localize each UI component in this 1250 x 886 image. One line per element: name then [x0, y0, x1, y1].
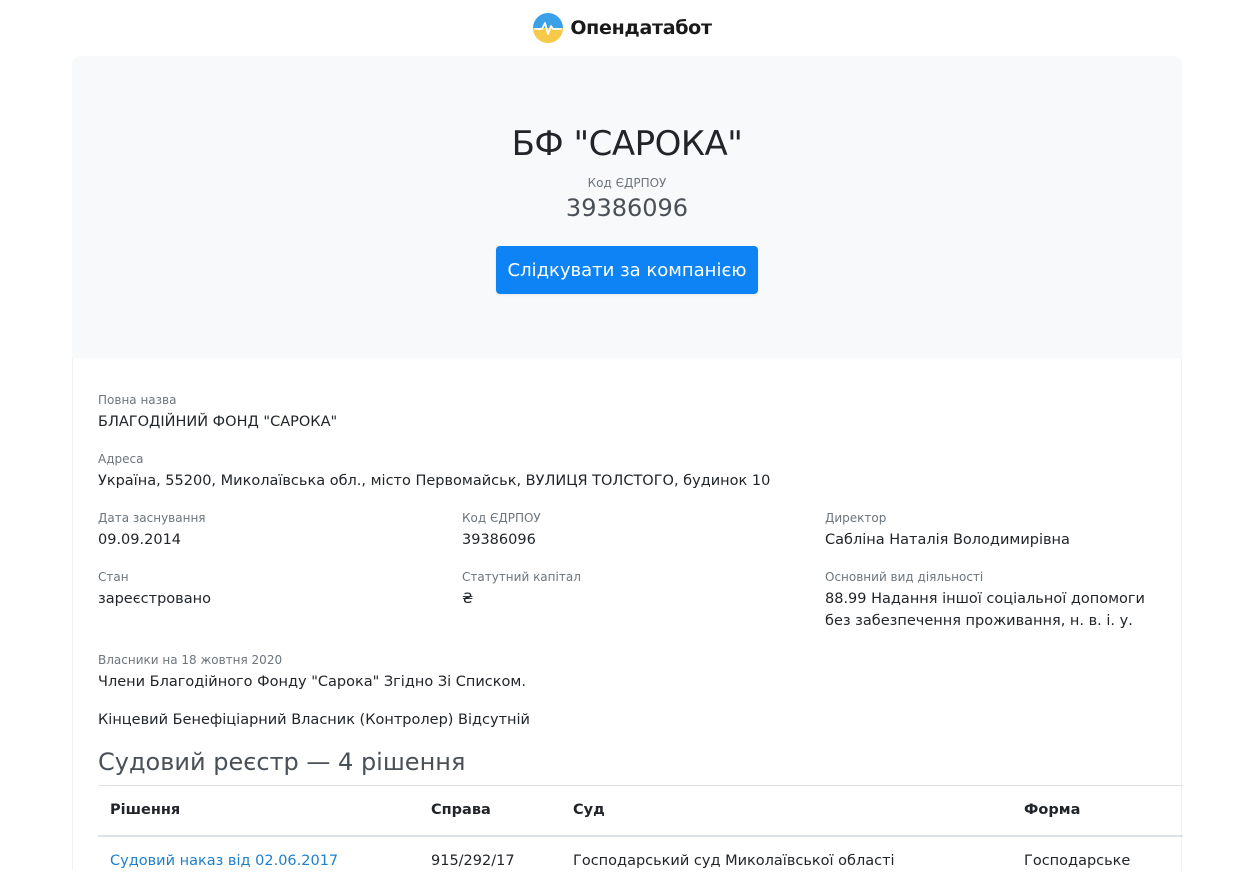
beneficiary-text: Кінцевий Бенефіціарний Власник (Контроле… [98, 712, 530, 728]
capital-value: ₴ [462, 591, 474, 607]
field-activity: Основний вид діяльності 88.99 Надання ін… [825, 569, 1145, 632]
edrpou-label: Код ЄДРПОУ [462, 511, 541, 525]
company-short-name: БФ "САРОКА" [511, 124, 743, 164]
field-capital: Статутний капітал ₴ [462, 569, 581, 610]
field-address: Адреса Україна, 55200, Миколаївська обл.… [98, 451, 770, 492]
status-label: Стан [98, 570, 129, 584]
activity-value-line1: 88.99 Надання іншої соціальної допомоги [825, 591, 1145, 607]
form-cell: Господарське [1024, 853, 1131, 869]
top-bar: Опендатабот [0, 0, 1250, 56]
capital-label: Статутний капітал [462, 570, 581, 584]
brand-name: Опендатабот [570, 17, 712, 39]
company-hero: БФ "САРОКА" Код ЄДРПОУ 39386096 Слідкува… [72, 56, 1182, 358]
field-founded: Дата заснування 09.09.2014 [98, 510, 206, 551]
director-label: Директор [825, 511, 887, 525]
company-details: Повна назва БЛАГОДІЙНИЙ ФОНД "САРОКА" Ад… [72, 358, 1183, 870]
status-value: зареєстровано [98, 591, 211, 607]
activity-value-line2: без забезпечення проживання, н. в. і. у. [825, 613, 1133, 629]
column-header-case: Справа [419, 785, 561, 837]
court-cell: Господарський суд Миколаївської області [573, 853, 895, 869]
company-code: 39386096 [565, 194, 689, 222]
decision-cell: Судовий наказ від 02.06.2017 [98, 836, 419, 886]
edrpou-value: 39386096 [462, 532, 536, 548]
address-value: Україна, 55200, Миколаївська обл., місто… [98, 473, 771, 489]
opendatabot-logo-icon [533, 13, 564, 43]
director-value: Сабліна Наталія Володимирівна [825, 532, 1070, 548]
activity-label: Основний вид діяльності [825, 570, 984, 584]
court-register-title: Судовий реєстр — 4 рішення [98, 748, 466, 776]
field-full-name: Повна назва БЛАГОДІЙНИЙ ФОНД "САРОКА" [98, 392, 337, 433]
table-row: Судовий наказ від 02.06.2017 915/292/17 … [98, 836, 1183, 886]
founded-label: Дата заснування [98, 511, 206, 525]
field-director: Директор Сабліна Наталія Володимирівна [825, 510, 1070, 551]
decision-link[interactable]: Судовий наказ від 02.06.2017 [110, 853, 338, 869]
column-header-form: Форма [1012, 785, 1183, 837]
case-cell: 915/292/17 [431, 853, 515, 869]
table-header-row: Рішення Справа Суд Форма [98, 785, 1183, 837]
founded-value: 09.09.2014 [98, 532, 182, 548]
address-label: Адреса [98, 452, 144, 466]
brand-link[interactable]: Опендатабот [532, 12, 712, 44]
follow-company-button[interactable]: Слідкувати за компанією [496, 246, 758, 294]
column-header-court: Суд [561, 785, 1012, 837]
field-status: Стан зареєстровано [98, 569, 211, 610]
field-owners: Власники на 18 жовтня 2020 Члени Благоді… [98, 652, 526, 693]
full-name-label: Повна назва [98, 393, 177, 407]
company-code-label: Код ЄДРПОУ [587, 176, 667, 190]
court-decisions-table: Рішення Справа Суд Форма Судовий наказ в… [98, 785, 1183, 886]
owners-label: Власники на 18 жовтня 2020 [98, 653, 283, 667]
field-edrpou: Код ЄДРПОУ 39386096 [462, 510, 541, 551]
column-header-decision: Рішення [98, 785, 419, 837]
full-name-value: БЛАГОДІЙНИЙ ФОНД "САРОКА" [98, 414, 338, 430]
owners-value: Члени Благодійного Фонду "Сарока" Згідно… [98, 674, 526, 690]
